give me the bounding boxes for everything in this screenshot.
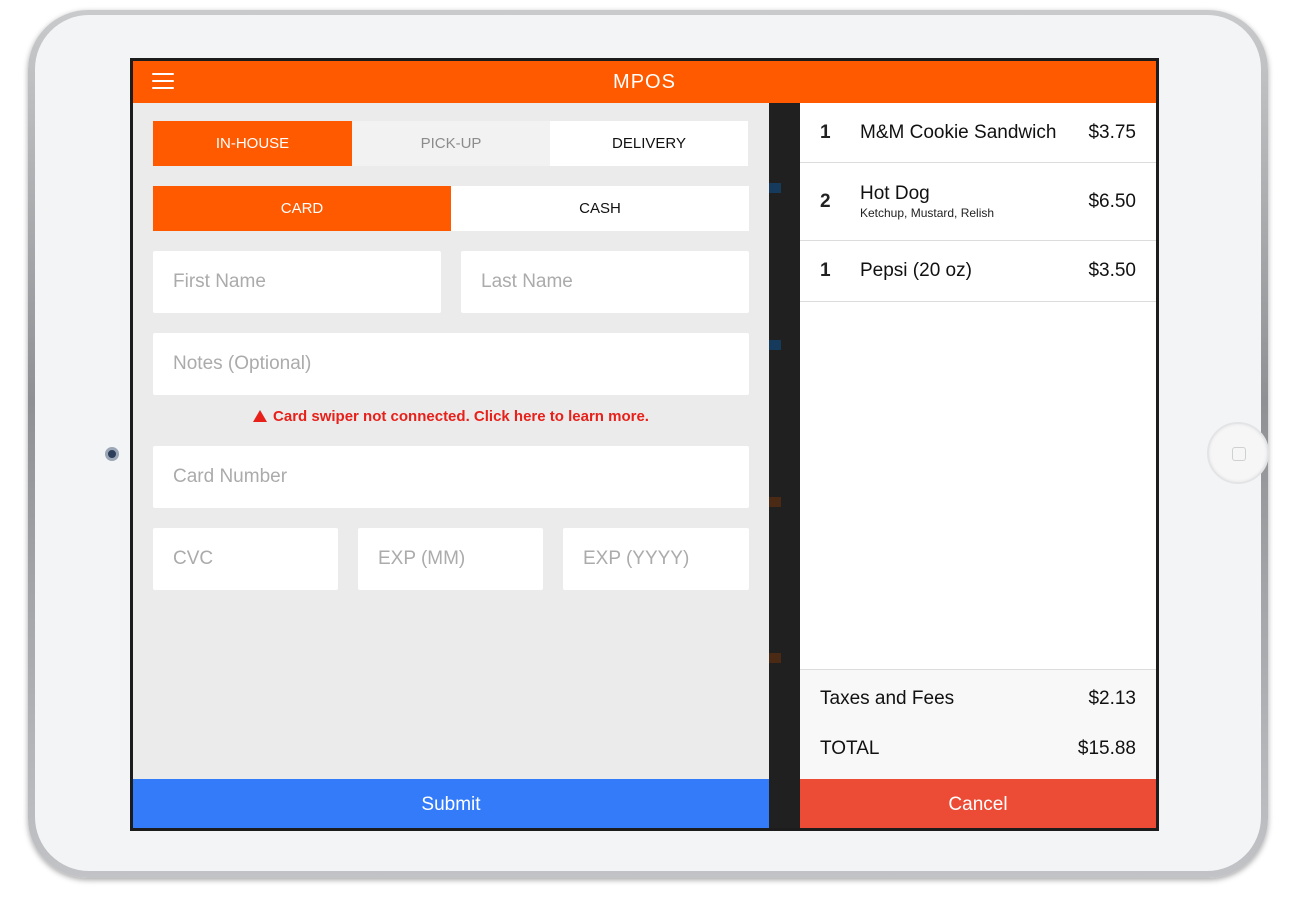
taxes-label: Taxes and Fees [820, 688, 955, 709]
app-title: MPOS [613, 71, 676, 93]
order-type-pick-up[interactable]: PICK-UP [352, 121, 550, 166]
warning-icon [253, 409, 268, 422]
total-row: TOTAL $15.88 [820, 738, 1136, 760]
card-swiper-warning[interactable]: Card swiper not connected. Click here to… [153, 408, 749, 425]
first-name-field[interactable] [153, 251, 441, 313]
divider-mark [769, 653, 781, 663]
warning-text: Card swiper not connected. Click here to… [273, 408, 649, 425]
taxes-value: $2.13 [1088, 688, 1136, 709]
item-modifiers: Ketchup, Mustard, Relish [860, 206, 995, 220]
card-number-field[interactable] [153, 446, 749, 508]
payment-method-selector: CARD CASH [153, 186, 749, 231]
divider-mark [769, 497, 781, 507]
exp-month-field[interactable] [358, 528, 543, 590]
order-type-selector: IN-HOUSE PICK-UP DELIVERY [153, 121, 748, 166]
cvc-field[interactable] [153, 528, 338, 590]
payment-card-button[interactable]: CARD [153, 186, 451, 231]
item-name: Hot Dog [860, 183, 930, 204]
taxes-row: Taxes and Fees $2.13 [820, 688, 1136, 710]
item-name: M&M Cookie Sandwich [860, 121, 1057, 143]
last-name-field[interactable] [461, 251, 749, 313]
home-button[interactable] [1207, 422, 1269, 484]
top-bar: MPOS [133, 61, 1156, 103]
pane-divider [769, 103, 800, 828]
item-name: Pepsi (20 oz) [860, 260, 972, 281]
camera-icon [105, 447, 119, 461]
total-label: TOTAL [820, 738, 880, 759]
cancel-button[interactable]: Cancel [800, 779, 1156, 828]
item-price: $3.50 [1088, 260, 1136, 281]
app-screen: MPOS IN-HOUSE PICK-UP DELIVERY CARD CASH… [130, 58, 1159, 831]
order-type-in-house[interactable]: IN-HOUSE [153, 121, 352, 166]
item-price: $3.75 [1088, 121, 1136, 143]
submit-button[interactable]: Submit [133, 779, 769, 828]
item-quantity: 1 [820, 121, 831, 143]
order-item[interactable]: 1 M&M Cookie Sandwich $3.75 [800, 103, 1156, 163]
order-type-delivery[interactable]: DELIVERY [550, 121, 748, 166]
divider-mark [769, 183, 781, 193]
divider-mark [769, 340, 781, 350]
order-item[interactable]: 2 Hot Dog Ketchup, Mustard, Relish $6.50 [800, 163, 1156, 241]
payment-cash-button[interactable]: CASH [451, 186, 749, 231]
home-square-icon [1232, 447, 1246, 461]
item-price: $6.50 [1088, 190, 1136, 212]
order-item[interactable]: 1 Pepsi (20 oz) $3.50 [800, 241, 1156, 302]
item-quantity: 1 [820, 260, 831, 281]
item-quantity: 2 [820, 190, 831, 212]
order-totals: Taxes and Fees $2.13 TOTAL $15.88 [800, 669, 1156, 779]
total-value: $15.88 [1077, 738, 1136, 759]
order-summary: 1 M&M Cookie Sandwich $3.75 2 Hot Dog Ke… [800, 103, 1156, 828]
checkout-form: IN-HOUSE PICK-UP DELIVERY CARD CASH Card… [133, 103, 769, 828]
exp-year-field[interactable] [563, 528, 749, 590]
notes-field[interactable] [153, 333, 749, 395]
